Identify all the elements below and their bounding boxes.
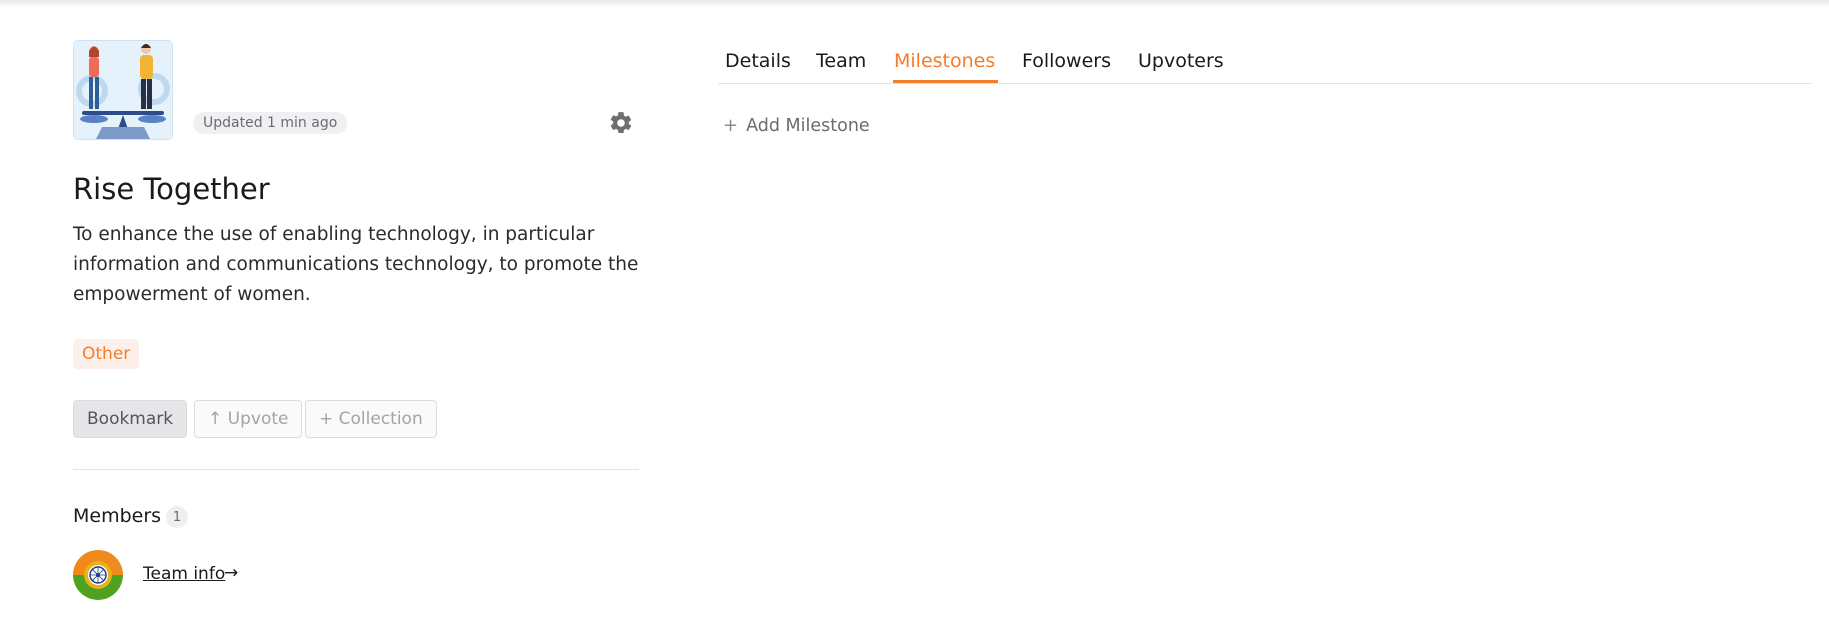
project-logo [73, 40, 173, 140]
tab-milestones[interactable]: Milestones [894, 50, 995, 72]
tab-bar: Details Team Milestones Followers Upvote… [718, 40, 1812, 84]
plus-icon: + [723, 115, 739, 136]
bookmark-button[interactable]: Bookmark [73, 400, 188, 438]
arrow-right-icon: → [224, 563, 239, 583]
team-avatar[interactable] [73, 550, 123, 600]
gear-icon[interactable] [608, 110, 634, 136]
tab-team[interactable]: Team [816, 50, 866, 72]
divider [73, 469, 639, 470]
tab-followers[interactable]: Followers [1022, 50, 1111, 72]
add-milestone-label: Add Milestone [746, 116, 870, 136]
project-description: To enhance the use of enabling technolog… [73, 224, 639, 305]
members-count-badge: 1 [166, 506, 188, 528]
updated-badge: Updated 1 min ago [193, 112, 348, 134]
project-sidebar: Updated 1 min ago Rise Together To enhan… [73, 40, 639, 600]
tab-details[interactable]: Details [725, 50, 791, 72]
top-shadow [0, 0, 1829, 8]
active-tab-indicator [893, 80, 998, 83]
tab-upvoters[interactable]: Upvoters [1138, 50, 1224, 72]
upvote-button[interactable]: ↑ Upvote [194, 400, 303, 438]
project-header: Updated 1 min ago [73, 40, 639, 140]
members-heading: Members [73, 505, 162, 527]
category-tag[interactable]: Other [73, 339, 140, 369]
project-title: Rise Together [73, 172, 270, 206]
add-collection-button[interactable]: + Collection [305, 400, 437, 438]
team-info-link[interactable]: Team info [143, 564, 225, 584]
add-milestone-button[interactable]: + Add Milestone [723, 115, 870, 136]
